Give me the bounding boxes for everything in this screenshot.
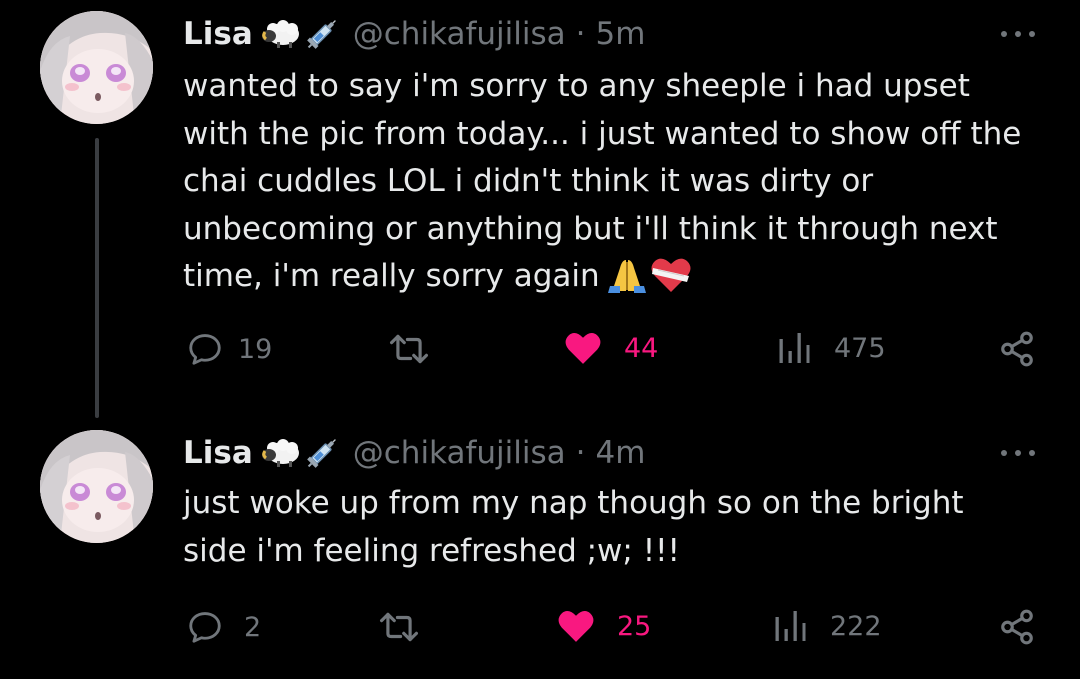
tweet[interactable]: Lisa: [0, 0, 1080, 418]
views-icon: [775, 611, 806, 641]
heart-icon: [565, 333, 601, 364]
more-options-icon[interactable]: [1001, 443, 1035, 463]
tweet-actions: 2 25 222: [0, 608, 1080, 652]
retweet-button[interactable]: [378, 608, 420, 646]
reply-count: 2: [244, 611, 262, 643]
like-count: 44: [624, 332, 659, 364]
tweet[interactable]: Lisa: [0, 418, 1080, 679]
share-button[interactable]: [998, 330, 1036, 368]
author-name[interactable]: Lisa: [183, 16, 253, 52]
timestamp[interactable]: 5m: [595, 16, 645, 52]
tweet-text: just woke up from my nap though so on th…: [183, 480, 1053, 575]
tweet-text-line: side i'm feeling refreshed ;w; !!!: [183, 532, 680, 569]
retweet-icon: [380, 612, 418, 642]
more-options-icon[interactable]: [1001, 24, 1035, 44]
folded-hands-emoji: [606, 256, 648, 309]
like-button[interactable]: 25: [557, 608, 651, 644]
tweet-text: wanted to say i'm sorry to any sheeple i…: [183, 63, 1053, 309]
retweet-icon: [390, 334, 428, 364]
tweet-text-line: unbecoming or anything but i'll think it…: [183, 210, 998, 247]
author-name[interactable]: Lisa: [183, 435, 253, 471]
views-icon: [779, 333, 810, 363]
mending-heart-emoji: [650, 256, 692, 309]
share-button[interactable]: [998, 608, 1036, 646]
author-handle[interactable]: @chikafujilisa: [353, 16, 566, 52]
heart-icon: [558, 611, 594, 642]
tweet-text-line: just woke up from my nap though so on th…: [183, 485, 964, 521]
reply-icon: [189, 612, 221, 643]
separator-dot: ·: [575, 16, 586, 52]
retweet-button[interactable]: [388, 330, 430, 368]
thread-line: [95, 138, 99, 418]
share-icon: [1001, 331, 1033, 367]
view-count: 222: [830, 610, 882, 642]
reply-icon: [189, 334, 221, 365]
tweet-text-line-last: time, i'm really sorry again: [183, 253, 1053, 309]
tweet-actions: 19 44 475: [0, 330, 1080, 374]
avatar[interactable]: [40, 11, 153, 124]
avatar[interactable]: [40, 430, 153, 543]
author-handle[interactable]: @chikafujilisa: [353, 435, 566, 471]
tweet-header: Lisa: [183, 433, 645, 473]
tweet-text-line: time, i'm really sorry again: [183, 258, 600, 294]
like-button[interactable]: 44: [564, 330, 658, 366]
sheep-emoji: [261, 439, 301, 467]
reply-count: 19: [238, 333, 273, 365]
tweet-text-line: wanted to say i'm sorry to any sheeple i…: [183, 68, 970, 104]
share-icon: [1001, 609, 1033, 645]
views-button[interactable]: 475: [776, 330, 886, 366]
like-count: 25: [617, 610, 652, 642]
tweet-text-line: chai cuddles LOL i didn't think it was d…: [183, 163, 874, 199]
syringe-emoji: [303, 434, 341, 472]
reply-button[interactable]: 2: [186, 608, 261, 646]
tweet-header: Lisa: [183, 14, 645, 54]
separator-dot: ·: [575, 435, 586, 471]
timestamp[interactable]: 4m: [595, 435, 645, 471]
avatar-image: [40, 11, 153, 124]
sheep-emoji: [261, 20, 301, 48]
avatar-image: [40, 430, 153, 543]
views-button[interactable]: 222: [772, 608, 882, 644]
tweet-text-line: with the pic from today... i just wanted…: [183, 115, 1022, 152]
reply-button[interactable]: 19: [186, 330, 272, 368]
view-count: 475: [834, 332, 886, 364]
syringe-emoji: [303, 15, 341, 53]
